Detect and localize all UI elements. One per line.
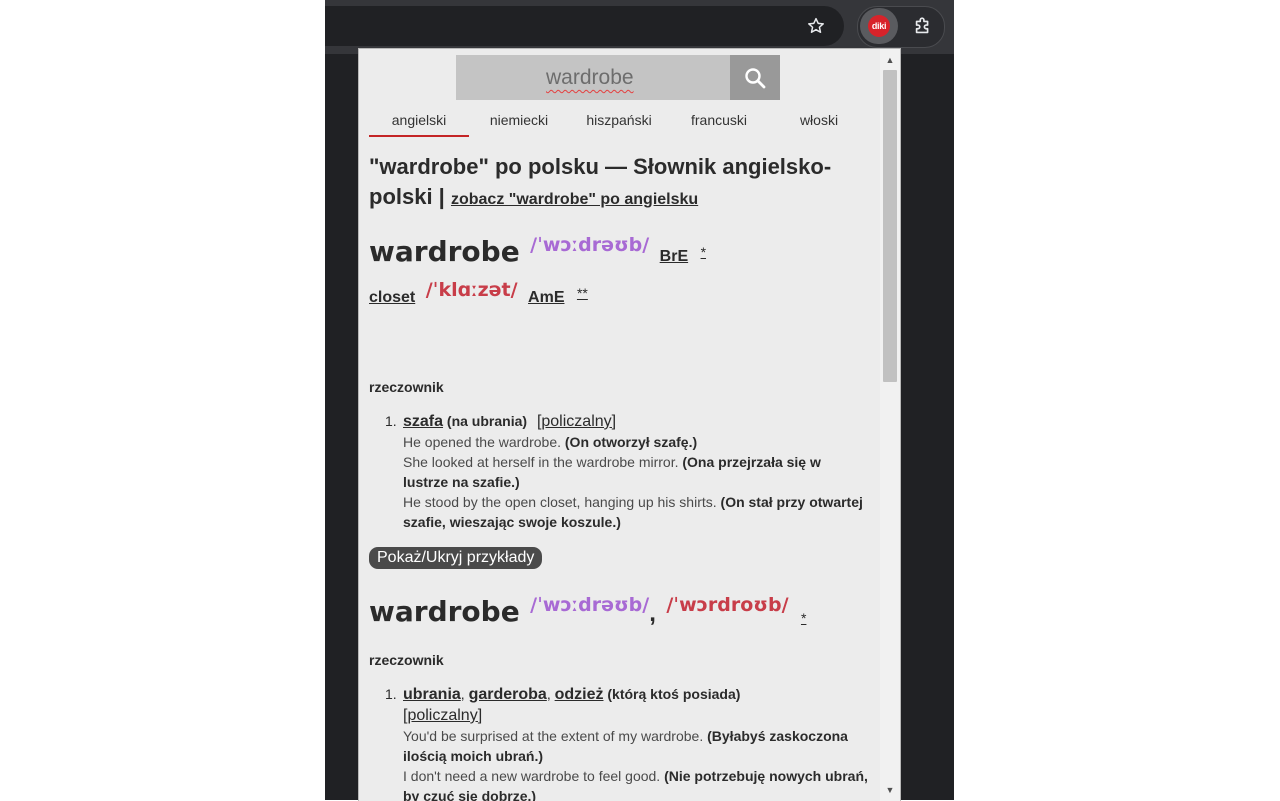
page-title: "wardrobe" po polsku — Słownik angielsko…	[369, 152, 849, 215]
tab-hiszpanski[interactable]: hiszpański	[569, 111, 669, 135]
see-english-link[interactable]: zobacz "wardrobe" po angielsku	[451, 191, 698, 208]
entry1-ipa[interactable]: /ˈwɔːdrəʊb/	[530, 234, 649, 256]
language-tabs: angielski niemiecki hiszpański francuski…	[369, 111, 879, 137]
toggle-examples-button[interactable]: Pokaż/Ukryj przykłady	[369, 547, 543, 569]
example-sentence: He stood by the open closet, hanging up …	[403, 492, 869, 532]
entry1-meaning: 1. szafa (na ubrania) [policzalny] He op…	[385, 411, 869, 532]
meaning-note: (na ubrania)	[446, 413, 528, 429]
translation-link-garderoba[interactable]: garderoba	[469, 686, 547, 703]
scrollbar-thumb[interactable]	[883, 70, 897, 382]
entry2-ipa-ame[interactable]: /ˈwɔrdroʊb/	[666, 594, 788, 616]
example-sentence: You'd be surprised at the extent of my w…	[403, 726, 869, 766]
extensions-puzzle-icon	[915, 17, 929, 34]
entry1-alt-word[interactable]: closet	[369, 289, 415, 306]
meaning-number: 1.	[385, 413, 397, 429]
tab-angielski[interactable]: angielski	[369, 111, 469, 137]
diki-extension-button[interactable]: diki	[860, 8, 898, 44]
magnifier-icon	[745, 67, 766, 88]
example-sentence: I don't need a new wardrobe to feel good…	[403, 766, 869, 801]
entry2-meaning: 1. ubrania, garderoba, odzież (którą kto…	[385, 684, 869, 801]
entry2-headword: wardrobe	[369, 595, 520, 628]
entry1-headword: wardrobe	[369, 235, 520, 268]
search-bar: wardrobe	[456, 55, 780, 100]
meaning-line: szafa (na ubrania) [policzalny]	[403, 411, 869, 432]
entry1-alt-ipa[interactable]: /ˈklɑːzət/	[426, 279, 518, 301]
entry1-star[interactable]: *	[701, 244, 706, 260]
extensions-button[interactable]	[905, 10, 941, 42]
diki-logo-icon: diki	[868, 15, 890, 37]
grammar-category-line: [policzalny]	[403, 705, 869, 726]
entry2-headword-line: wardrobe /ˈwɔːdrəʊb/, /ˈwɔrdroʊb/ *	[369, 594, 806, 628]
meaning-number: 1.	[385, 686, 397, 702]
scroll-up-arrow-icon[interactable]: ▲	[880, 51, 900, 69]
comma: ,	[546, 686, 551, 702]
example-en: You'd be surprised at the extent of my w…	[403, 728, 704, 744]
translation-link[interactable]: szafa	[403, 413, 443, 430]
meaning-note: (którą ktoś posiada)	[607, 686, 741, 702]
example-pl: (On otworzył szafę.)	[564, 434, 698, 450]
example-en: I don't need a new wardrobe to feel good…	[403, 768, 661, 784]
example-en: He opened the wardrobe.	[403, 434, 561, 450]
example-sentence: She looked at herself in the wardrobe mi…	[403, 452, 869, 492]
search-button[interactable]	[730, 55, 780, 100]
popup-scrollbar[interactable]: ▲ ▼	[880, 49, 900, 801]
entry2-part-of-speech: rzeczownik	[369, 652, 444, 668]
ipa-separator: ,	[649, 600, 656, 627]
scroll-down-arrow-icon[interactable]: ▼	[880, 781, 900, 799]
translation-link-ubrania[interactable]: ubrania	[403, 686, 461, 703]
translation-link-odziez[interactable]: odzież	[555, 686, 604, 703]
example-sentence: He opened the wardrobe. (On otworzył sza…	[403, 432, 869, 452]
comma: ,	[460, 686, 465, 702]
entry2-star[interactable]: *	[801, 610, 806, 626]
star-outline-icon	[808, 17, 824, 33]
entry1-region-bre[interactable]: BrE	[660, 248, 688, 265]
entry1-part-of-speech: rzeczownik	[369, 379, 444, 395]
search-input[interactable]: wardrobe	[456, 55, 730, 100]
grammar-category[interactable]: [policzalny]	[403, 707, 482, 724]
entry1-alt-line: closet /ˈklɑːzət/ AmE **	[369, 279, 588, 307]
example-en: She looked at herself in the wardrobe mi…	[403, 454, 679, 470]
entry1-region-ame[interactable]: AmE	[528, 289, 564, 306]
example-en: He stood by the open closet, hanging up …	[403, 494, 717, 510]
tab-niemiecki[interactable]: niemiecki	[469, 111, 569, 135]
diki-popup: wardrobe angielski niemiecki hiszpański …	[358, 48, 901, 801]
bookmark-star-button[interactable]	[800, 10, 832, 42]
entry1-alt-star[interactable]: **	[577, 285, 588, 301]
meaning-line: ubrania, garderoba, odzież (którą ktoś p…	[403, 684, 869, 705]
address-bar[interactable]	[325, 6, 844, 46]
tab-francuski[interactable]: francuski	[669, 111, 769, 135]
entry2-ipa-bre[interactable]: /ˈwɔːdrəʊb/	[530, 594, 649, 616]
grammar-category[interactable]: [policzalny]	[537, 413, 616, 430]
tab-wloski[interactable]: włoski	[769, 111, 869, 135]
entry1-headword-line: wardrobe /ˈwɔːdrəʊb/ BrE *	[369, 234, 706, 268]
